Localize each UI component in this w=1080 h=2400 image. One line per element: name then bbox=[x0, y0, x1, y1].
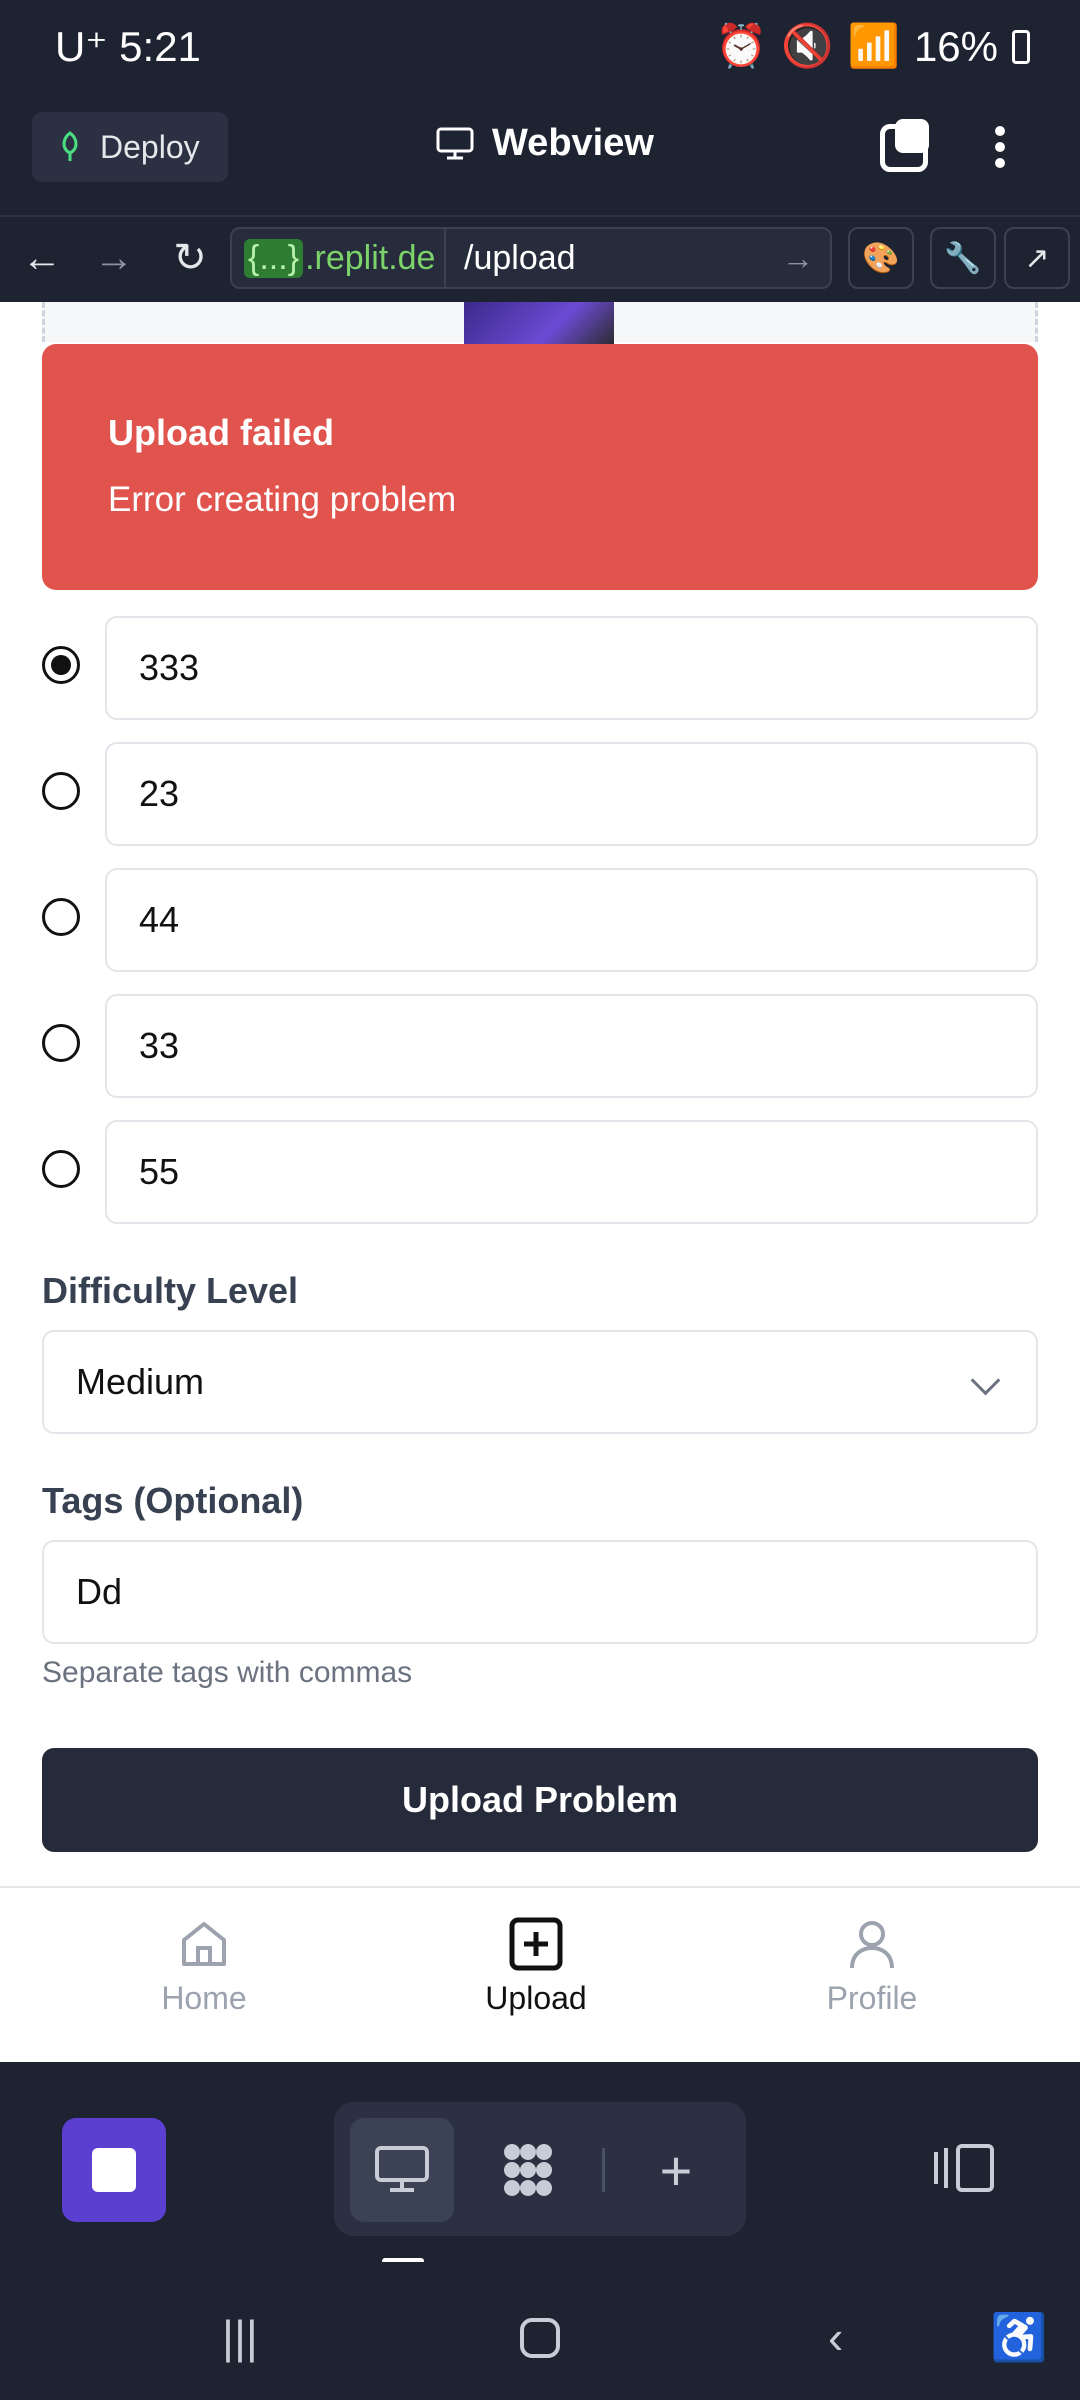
add-tab-icon[interactable]: + bbox=[624, 2118, 728, 2222]
deploy-label: Deploy bbox=[100, 128, 200, 165]
battery-text: 16% bbox=[913, 22, 998, 70]
webview-tab-icon[interactable] bbox=[350, 2118, 454, 2222]
monitor-icon bbox=[436, 127, 474, 159]
error-toast[interactable]: Upload failed Error creating problem bbox=[42, 344, 1038, 590]
recent-apps-icon[interactable]: ||| bbox=[222, 2310, 258, 2364]
option-radio[interactable] bbox=[42, 1024, 80, 1062]
status-bar: U⁺ 5:21 ⏰ 🔇 📶 16% bbox=[0, 0, 1080, 100]
answer-option: 333 bbox=[42, 616, 1038, 720]
forward-icon[interactable]: → bbox=[84, 228, 144, 288]
mute-icon: 🔇 bbox=[781, 22, 834, 69]
user-icon bbox=[850, 1921, 894, 1969]
webview-title[interactable]: Webview bbox=[436, 122, 654, 165]
home-icon bbox=[182, 1922, 226, 1966]
option-radio[interactable] bbox=[42, 646, 80, 684]
difficulty-label: Difficulty Level bbox=[42, 1270, 299, 1311]
palette-icon[interactable]: 🎨 bbox=[848, 227, 914, 289]
nav-profile[interactable]: Profile bbox=[772, 1888, 972, 2062]
difficulty-select[interactable]: Medium bbox=[42, 1330, 1038, 1434]
tags-hint: Separate tags with commas bbox=[42, 1656, 413, 1689]
option-input[interactable]: 55 bbox=[105, 1120, 1038, 1224]
url-field[interactable]: {...} .replit.de /upload → bbox=[230, 227, 832, 289]
open-external-icon[interactable]: ↗ bbox=[1004, 227, 1070, 289]
url-host: {...} .replit.de bbox=[232, 229, 446, 287]
deploy-icon bbox=[62, 131, 78, 161]
url-go-icon[interactable]: → bbox=[782, 240, 830, 277]
stop-button[interactable] bbox=[62, 2118, 166, 2222]
webview-page: Upload failed Error creating problem 333… bbox=[0, 302, 1080, 2062]
uploaded-image-thumbnail bbox=[464, 302, 614, 347]
accessibility-icon[interactable]: ♿ bbox=[990, 2310, 1047, 2365]
option-radio[interactable] bbox=[42, 898, 80, 936]
home-system-icon[interactable] bbox=[520, 2318, 560, 2358]
tabs-icon[interactable] bbox=[880, 119, 929, 172]
url-path: /upload bbox=[464, 238, 576, 277]
nav-upload[interactable]: Upload bbox=[436, 1888, 636, 2062]
option-radio[interactable] bbox=[42, 772, 80, 810]
plus-square-icon bbox=[509, 1917, 563, 1971]
status-icons: ⏰ 🔇 📶 16% bbox=[715, 22, 1030, 71]
option-input[interactable]: 23 bbox=[105, 742, 1038, 846]
chevron-down-icon bbox=[970, 1365, 1001, 1396]
toast-description: Error creating problem bbox=[108, 480, 457, 519]
deploy-button[interactable]: Deploy bbox=[32, 112, 228, 182]
toolbar-divider bbox=[602, 2148, 605, 2192]
option-radio[interactable] bbox=[42, 1150, 80, 1188]
reload-icon[interactable]: ↻ bbox=[160, 228, 220, 288]
more-options-icon[interactable] bbox=[990, 120, 1010, 180]
answer-option: 55 bbox=[42, 1120, 1038, 1224]
answer-option: 33 bbox=[42, 994, 1038, 1098]
devtools-icon[interactable]: 🔧 bbox=[930, 227, 996, 289]
answer-option: 23 bbox=[42, 742, 1038, 846]
battery-icon bbox=[1012, 29, 1030, 64]
option-input[interactable]: 333 bbox=[105, 616, 1038, 720]
option-input[interactable]: 33 bbox=[105, 994, 1038, 1098]
nav-home[interactable]: Home bbox=[104, 1888, 304, 2062]
status-time: U⁺ 5:21 bbox=[55, 23, 201, 70]
toast-title: Upload failed bbox=[108, 412, 335, 453]
back-system-icon[interactable]: ‹ bbox=[828, 2310, 843, 2364]
panels-icon[interactable] bbox=[932, 2140, 996, 2200]
answer-option: 44 bbox=[42, 868, 1038, 972]
tags-label: Tags (Optional) bbox=[42, 1480, 304, 1521]
signal-icon: 📶 bbox=[847, 22, 900, 69]
tags-input[interactable]: Dd bbox=[42, 1540, 1038, 1644]
option-input[interactable]: 44 bbox=[105, 868, 1038, 972]
apps-grid-icon[interactable] bbox=[476, 2118, 580, 2222]
upload-problem-button[interactable]: Upload Problem bbox=[42, 1748, 1038, 1852]
back-icon[interactable]: ← bbox=[12, 228, 72, 288]
alarm-icon: ⏰ bbox=[715, 22, 768, 69]
bottom-nav: Home Upload Profile bbox=[0, 1886, 1080, 2062]
